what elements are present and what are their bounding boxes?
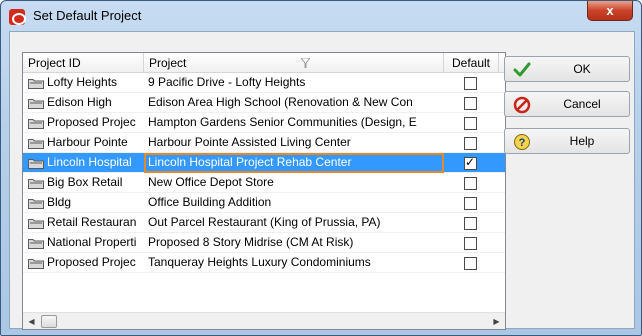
default-checkbox[interactable] [464, 117, 477, 130]
ok-label: OK [573, 62, 591, 76]
table-row[interactable]: Lofty Heights 9 Pacific Drive - Lofty Hei… [23, 73, 505, 93]
default-cell [444, 193, 499, 213]
scroll-right-arrow-icon[interactable]: ▶ [488, 313, 505, 329]
project-name-cell[interactable]: Lincoln Hospital Project Rehab Center [144, 153, 444, 173]
project-name-cell[interactable]: Office Building Addition [144, 193, 444, 213]
project-name-cell[interactable]: Hampton Gardens Senior Communities (Desi… [144, 113, 444, 133]
default-checkbox[interactable] [464, 137, 477, 150]
close-button[interactable]: x [587, 1, 633, 21]
table-row[interactable]: Bldg Office Building Addition [23, 193, 505, 213]
table-row[interactable]: Lincoln Hospital Lincoln Hospital Project… [23, 153, 505, 173]
default-checkbox[interactable] [464, 97, 477, 110]
project-id-cell[interactable]: Proposed Projec [23, 113, 144, 133]
project-id-cell[interactable]: Retail Restauran [23, 213, 144, 233]
dialog-body: Project ID Project Default Lofty Heights… [9, 31, 635, 330]
table-row[interactable]: National Properti Proposed 8 Story Midris… [23, 233, 505, 253]
project-name-cell[interactable]: Tanqueray Heights Luxury Condominiums [144, 253, 444, 273]
title-bar[interactable]: Set Default Project x [1, 1, 641, 31]
horizontal-scrollbar[interactable]: ◀ ▶ [23, 312, 505, 329]
default-cell [444, 253, 499, 273]
cancel-label: Cancel [563, 97, 601, 111]
scroll-thumb[interactable] [41, 315, 57, 328]
default-cell [444, 93, 499, 113]
default-checkbox[interactable] [464, 257, 477, 270]
project-id-cell[interactable]: Harbour Pointe [23, 133, 144, 153]
svg-text:?: ? [519, 137, 526, 149]
help-button[interactable]: ? Help [504, 128, 630, 154]
project-grid: Project ID Project Default Lofty Heights… [22, 52, 506, 330]
default-cell [444, 173, 499, 193]
sort-filter-icon[interactable] [300, 57, 311, 69]
app-icon [9, 9, 26, 25]
project-name-cell[interactable]: 9 Pacific Drive - Lofty Heights [144, 73, 444, 93]
column-header-project-id[interactable]: Project ID [23, 53, 144, 73]
project-id-cell[interactable]: Edison High [23, 93, 144, 113]
ok-button[interactable]: OK [504, 56, 630, 82]
table-row[interactable]: Big Box Retail New Office Depot Store [23, 173, 505, 193]
table-row[interactable]: Harbour Pointe Harbour Pointe Assisted Li… [23, 133, 505, 153]
column-header-default[interactable]: Default [444, 53, 499, 73]
table-row[interactable]: Proposed Projec Tanqueray Heights Luxury … [23, 253, 505, 273]
set-default-project-dialog: Set Default Project x Project ID Project… [0, 0, 642, 336]
table-row[interactable]: Retail Restauran Out Parcel Restaurant (K… [23, 213, 505, 233]
default-cell [444, 153, 499, 173]
table-row[interactable]: Proposed Projec Hampton Gardens Senior Co… [23, 113, 505, 133]
default-cell [444, 113, 499, 133]
default-checkbox[interactable] [464, 177, 477, 190]
project-id-cell[interactable]: Big Box Retail [23, 173, 144, 193]
cancel-button[interactable]: Cancel [504, 91, 630, 117]
project-name-cell[interactable]: Edison Area High School (Renovation & Ne… [144, 93, 444, 113]
help-label: Help [569, 134, 595, 148]
default-checkbox[interactable] [464, 237, 477, 250]
project-id-cell[interactable]: National Properti [23, 233, 144, 253]
cancel-circle-icon [513, 96, 531, 114]
default-checkbox[interactable] [464, 77, 477, 90]
grid-rows: Lofty Heights 9 Pacific Drive - Lofty Hei… [23, 73, 505, 273]
table-row[interactable]: Edison High Edison Area High School (Reno… [23, 93, 505, 113]
column-header-project[interactable]: Project [144, 53, 444, 73]
project-name-cell[interactable]: Harbour Pointe Assisted Living Center [144, 133, 444, 153]
default-checkbox[interactable] [464, 217, 477, 230]
project-id-cell[interactable]: Lincoln Hospital [23, 153, 144, 173]
help-question-icon: ? [513, 133, 531, 151]
project-id-cell[interactable]: Proposed Projec [23, 253, 144, 273]
grid-header: Project ID Project Default [23, 53, 505, 73]
scroll-left-arrow-icon[interactable]: ◀ [23, 313, 40, 329]
project-name-cell[interactable]: Out Parcel Restaurant (King of Prussia, … [144, 213, 444, 233]
default-checkbox[interactable] [464, 197, 477, 210]
default-cell [444, 213, 499, 233]
window-title: Set Default Project [33, 8, 142, 23]
default-cell [444, 233, 499, 253]
default-checkbox[interactable] [464, 156, 477, 170]
checkmark-icon [513, 61, 531, 79]
default-cell [444, 73, 499, 93]
default-cell [444, 133, 499, 153]
project-id-cell[interactable]: Bldg [23, 193, 144, 213]
project-id-cell[interactable]: Lofty Heights [23, 73, 144, 93]
project-name-cell[interactable]: New Office Depot Store [144, 173, 444, 193]
project-name-cell[interactable]: Proposed 8 Story Midrise (CM At Risk) [144, 233, 444, 253]
